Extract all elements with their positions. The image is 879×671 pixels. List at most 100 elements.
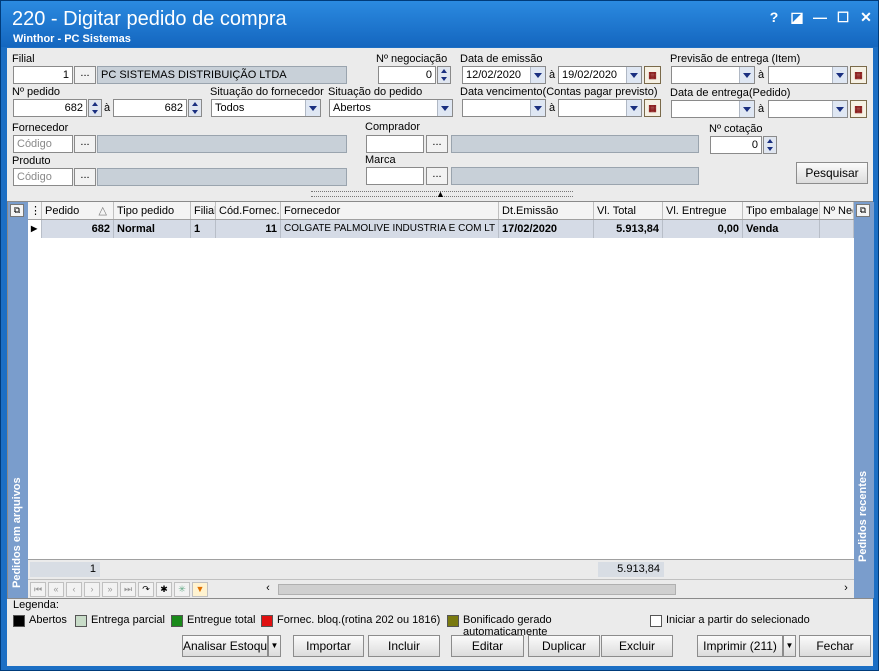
- right-side-panel[interactable]: ⧉ Pedidos recentes: [854, 202, 874, 598]
- left-side-panel[interactable]: ⧉ Pedidos em arquivos: [8, 202, 28, 598]
- calendar-icon[interactable]: ▦: [850, 66, 867, 84]
- incluir-button[interactable]: Incluir: [368, 635, 440, 657]
- emissao-from-input[interactable]: 12/02/2020: [462, 66, 546, 84]
- calendar-icon[interactable]: ▦: [644, 66, 661, 84]
- col-num-neg[interactable]: Nº Neg: [820, 202, 854, 219]
- calendar-icon[interactable]: ▦: [850, 100, 867, 118]
- col-tipo-pedido[interactable]: Tipo pedido: [114, 202, 191, 219]
- nav-insert-icon[interactable]: ✱: [156, 582, 172, 597]
- imprimir-button[interactable]: Imprimir (211): [697, 635, 783, 657]
- chevron-down-icon[interactable]: [832, 67, 847, 83]
- fechar-button[interactable]: Fechar: [799, 635, 871, 657]
- cell-vl-entregue[interactable]: 0,00: [663, 220, 743, 238]
- scroll-right-icon[interactable]: ›: [840, 582, 852, 597]
- produto-code-input[interactable]: Código: [13, 168, 73, 186]
- comprador-lookup-button[interactable]: ...: [426, 135, 448, 153]
- excluir-button[interactable]: Excluir: [601, 635, 673, 657]
- nav-refresh-icon[interactable]: ↷: [138, 582, 154, 597]
- maximize-icon[interactable]: ☐: [834, 8, 852, 26]
- fornecedor-code-input[interactable]: Código: [13, 135, 73, 153]
- marca-input[interactable]: [366, 167, 424, 185]
- column-chooser-icon[interactable]: ⋮: [28, 202, 42, 219]
- previsao-to-input[interactable]: [768, 66, 848, 84]
- chevron-down-icon[interactable]: ▼: [268, 635, 281, 657]
- duplicar-button[interactable]: Duplicar: [528, 635, 600, 657]
- chevron-down-icon[interactable]: [437, 100, 452, 116]
- chevron-down-icon[interactable]: [832, 101, 847, 117]
- nav-prev-icon[interactable]: ‹: [66, 582, 82, 597]
- search-button[interactable]: Pesquisar: [796, 162, 868, 184]
- pedido-to-stepper[interactable]: [188, 99, 202, 117]
- checkbox-box[interactable]: [650, 615, 662, 627]
- col-cod-fornec[interactable]: Cód.Fornec.: [216, 202, 281, 219]
- minimize-icon[interactable]: —: [811, 8, 829, 26]
- scroll-left-icon[interactable]: ‹: [262, 582, 274, 597]
- chevron-down-icon[interactable]: [739, 67, 754, 83]
- calendar-icon[interactable]: ▦: [644, 99, 661, 117]
- chevron-down-icon[interactable]: ▼: [783, 635, 796, 657]
- col-dt-emissao[interactable]: Dt.Emissão: [499, 202, 594, 219]
- nav-clear-icon[interactable]: ✳: [174, 582, 190, 597]
- pedido-to-input[interactable]: 682: [113, 99, 187, 117]
- nav-next-page-icon[interactable]: »: [102, 582, 118, 597]
- panel-toggle-icon[interactable]: ⧉: [10, 204, 24, 217]
- negociacao-stepper[interactable]: [437, 66, 451, 84]
- filial-lookup-button[interactable]: ...: [74, 66, 96, 84]
- horizontal-scrollbar-thumb[interactable]: [278, 584, 676, 595]
- nav-last-page-icon[interactable]: ⏭: [120, 582, 136, 597]
- pedido-from-input[interactable]: 682: [13, 99, 87, 117]
- col-filial[interactable]: Filial: [191, 202, 216, 219]
- importar-button[interactable]: Importar: [293, 635, 364, 657]
- col-fornecedor[interactable]: Fornecedor: [281, 202, 499, 219]
- analisar-estoque-button[interactable]: Analisar Estoque: [182, 635, 268, 657]
- pedido-from-stepper[interactable]: [88, 99, 102, 117]
- entrega-from-input[interactable]: [671, 100, 755, 118]
- close-icon[interactable]: ✕: [857, 8, 875, 26]
- vencimento-to-input[interactable]: [558, 99, 642, 117]
- start-from-selected-checkbox[interactable]: Iniciar a partir do selecionado: [650, 614, 816, 627]
- nav-prev-page-icon[interactable]: «: [48, 582, 64, 597]
- entrega-to-input[interactable]: [768, 100, 848, 118]
- cell-num-neg[interactable]: [820, 220, 854, 238]
- previsao-from-input[interactable]: [671, 66, 755, 84]
- chevron-down-icon[interactable]: [530, 67, 545, 83]
- chevron-down-icon[interactable]: [305, 100, 320, 116]
- cell-pedido[interactable]: 682: [42, 220, 114, 238]
- cotacao-input[interactable]: 0: [710, 136, 762, 154]
- filter-icon[interactable]: ▼: [192, 582, 208, 597]
- chevron-down-icon[interactable]: [739, 101, 754, 117]
- col-tipo-embalagem[interactable]: Tipo embalagem: [743, 202, 820, 219]
- comprador-input[interactable]: [366, 135, 424, 153]
- nav-next-icon[interactable]: ›: [84, 582, 100, 597]
- col-pedido[interactable]: Pedido △: [42, 202, 114, 219]
- fornecedor-lookup-button[interactable]: ...: [74, 135, 96, 153]
- sit-pedido-select[interactable]: Abertos: [329, 99, 453, 117]
- col-vl-total[interactable]: Vl. Total: [594, 202, 663, 219]
- help-icon[interactable]: ?: [765, 8, 783, 26]
- panel-toggle-icon[interactable]: ⧉: [856, 204, 870, 217]
- chevron-up-icon[interactable]: ▲: [436, 189, 445, 199]
- cell-dt-emissao[interactable]: 17/02/2020: [499, 220, 594, 238]
- cell-vl-total[interactable]: 5.913,84: [594, 220, 663, 238]
- produto-lookup-button[interactable]: ...: [74, 168, 96, 186]
- chevron-down-icon[interactable]: [530, 100, 545, 116]
- emissao-to-input[interactable]: 19/02/2020: [558, 66, 642, 84]
- editar-button[interactable]: Editar: [451, 635, 524, 657]
- marca-lookup-button[interactable]: ...: [426, 167, 448, 185]
- cell-fornecedor[interactable]: COLGATE PALMOLIVE INDUSTRIA E COM LT: [281, 220, 499, 238]
- sit-fornecedor-select[interactable]: Todos: [211, 99, 321, 117]
- cotacao-stepper[interactable]: [763, 136, 777, 154]
- chevron-down-icon[interactable]: [626, 67, 641, 83]
- cell-filial[interactable]: 1: [191, 220, 216, 238]
- chevron-down-icon[interactable]: [626, 100, 641, 116]
- filial-input[interactable]: 1: [13, 66, 73, 84]
- nav-first-page-icon[interactable]: ⏮: [30, 582, 46, 597]
- col-vl-entregue[interactable]: Vl. Entregue: [663, 202, 743, 219]
- vencimento-from-input[interactable]: [462, 99, 546, 117]
- table-row[interactable]: ▶ 682 Normal 1 11 COLGATE PALMOLIVE INDU…: [28, 220, 854, 238]
- restore-icon[interactable]: ◪: [788, 8, 806, 26]
- cell-cod-fornec[interactable]: 11: [216, 220, 281, 238]
- cell-tipo-embalagem[interactable]: Venda: [743, 220, 820, 238]
- negociacao-input[interactable]: 0: [378, 66, 436, 84]
- cell-tipo-pedido[interactable]: Normal: [114, 220, 191, 238]
